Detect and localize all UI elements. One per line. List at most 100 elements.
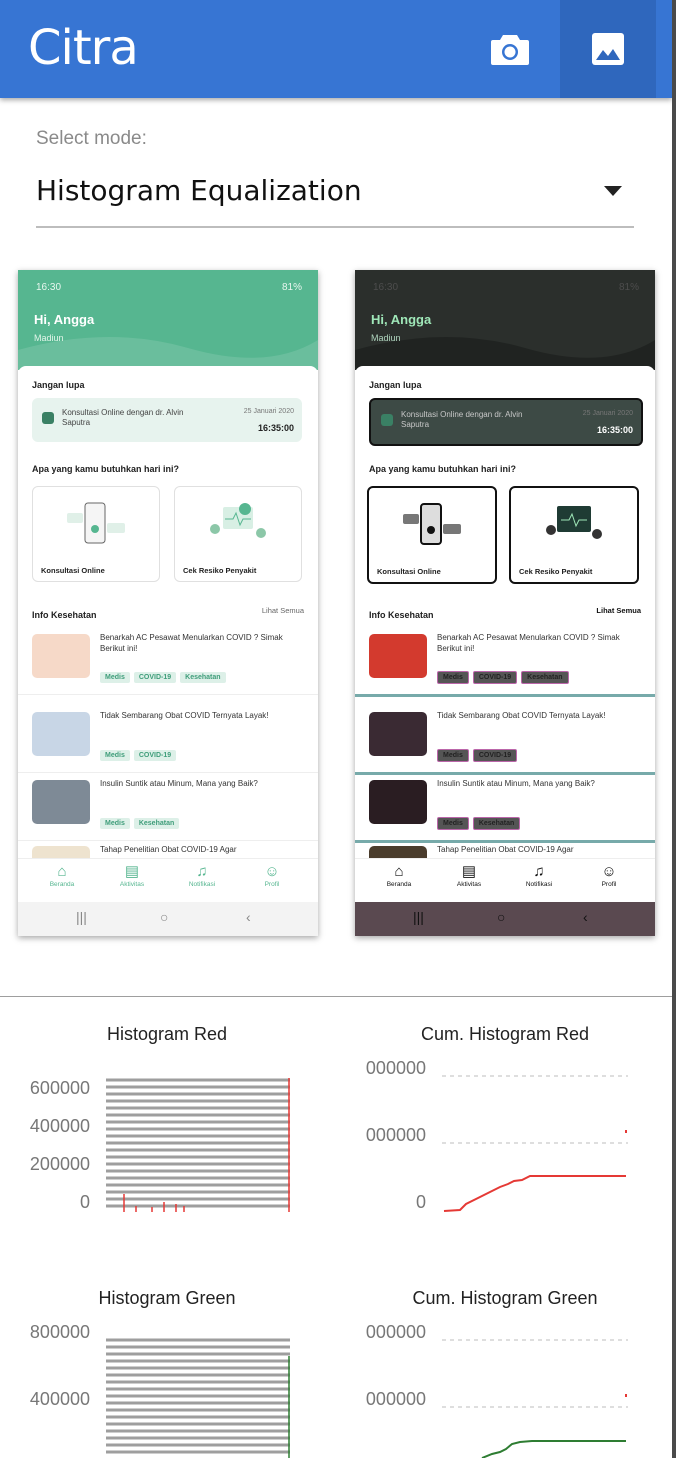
- news-thumbnail: [32, 780, 90, 824]
- news-tag: Kesehatan: [521, 671, 569, 684]
- chevron-down-icon: [604, 186, 622, 196]
- equalized-image: 16:30 81% Hi, Angga Madiun Jangan lupa K…: [355, 270, 655, 936]
- phone-battery: 81%: [281, 282, 302, 293]
- service-tile: Cek Resiko Penyakit: [174, 486, 302, 582]
- phone-battery: 81%: [618, 282, 639, 293]
- chart-title: Histogram Green: [98, 1288, 236, 1308]
- back-icon: ‹: [583, 909, 588, 925]
- y-tick: 000000: [365, 1322, 426, 1342]
- nav-item: ♫ Notifikasi: [509, 863, 569, 888]
- profile-icon: ☺: [601, 863, 617, 880]
- reminder-time: 16:35:00: [257, 423, 294, 433]
- nav-label: Beranda: [49, 881, 75, 888]
- news-item: Insulin Suntik atau Minum, Mana yang Bai…: [18, 774, 318, 841]
- news-tag: COVID-19: [133, 672, 177, 683]
- original-image: 16:30 81% Hi, Angga Madiun Jangan lupa K…: [18, 270, 318, 936]
- section-divider: [0, 996, 672, 997]
- news-tag: Kesehatan: [133, 818, 180, 829]
- mode-label: Select mode:: [36, 128, 147, 149]
- nav-item: ⌂ Beranda: [369, 863, 429, 888]
- chart-title: Histogram Red: [106, 1024, 228, 1044]
- nav-label: Notifikasi: [525, 881, 553, 888]
- histogram-green-plot: [106, 1338, 290, 1458]
- nav-item: ⌂ Beranda: [32, 863, 92, 888]
- phone-body: Jangan lupa Konsultasi Online dengan dr.…: [355, 366, 655, 902]
- phone-header: 16:30 81% Hi, Angga Madiun: [18, 270, 318, 370]
- news-thumbnail: [32, 634, 90, 678]
- y-tick: 800000: [29, 1322, 90, 1342]
- reminder-date: 25 Januari 2020: [243, 408, 294, 415]
- news-tag: COVID-19: [472, 671, 518, 684]
- news-title: Benarkah AC Pesawat Menularkan COVID ? S…: [100, 633, 283, 653]
- service-label: Cek Resiko Penyakit: [519, 567, 593, 576]
- reminder-text: Konsultasi Online dengan dr. Alvin Saput…: [401, 410, 523, 429]
- phone-greeting: Hi, Angga: [34, 312, 95, 327]
- home-circle-icon: ○: [497, 909, 506, 925]
- gridlines: [442, 1339, 628, 1408]
- cumulative-line: [443, 1175, 626, 1212]
- y-tick: 000000: [365, 1058, 426, 1078]
- checkup-illustration: [546, 506, 602, 539]
- cum-histogram-red-chart: Cum. Histogram Red 000000 000000 0: [338, 1024, 672, 1224]
- histogram-red-chart: Histogram Red 600000 400000 200000 0: [0, 1024, 334, 1224]
- profile-icon: ☺: [264, 863, 280, 880]
- news-tag: Kesehatan: [180, 672, 226, 683]
- service-label: Konsultasi Online: [377, 567, 441, 576]
- cum-red-plot: [442, 1075, 628, 1212]
- news-item: Insulin Suntik atau Minum, Mana yang Bai…: [355, 774, 655, 843]
- histogram-bars: [106, 1338, 290, 1454]
- news-tag: Medis: [100, 672, 130, 683]
- nav-item: ▤ Aktivitas: [439, 863, 499, 888]
- reminder-date: 25 Januari 2020: [582, 410, 633, 417]
- news-tag: Kesehatan: [472, 817, 521, 830]
- reminder-time: 16:35:00: [596, 425, 633, 435]
- mode-dropdown[interactable]: Histogram Equalization: [36, 168, 634, 228]
- histogram-bars: [106, 1078, 290, 1208]
- nav-label: Beranda: [386, 881, 412, 888]
- recents-icon: |||: [413, 909, 424, 925]
- reminder-card: Konsultasi Online dengan dr. Alvin Saput…: [32, 398, 302, 442]
- phone-system-bar: ||| ○ ‹: [355, 902, 655, 936]
- gallery-button[interactable]: [560, 0, 656, 98]
- news-item: Tidak Sembarang Obat COVID Ternyata Laya…: [18, 706, 318, 773]
- news-title: Tahap Penelitian Obat COVID-19 Agar: [100, 845, 237, 854]
- camera-button[interactable]: [462, 0, 558, 98]
- news-thumbnail: [369, 780, 427, 824]
- phone-body: Jangan lupa Konsultasi Online dengan dr.…: [18, 366, 318, 902]
- nav-label: Profil: [601, 881, 617, 888]
- bell-icon: ♫: [196, 863, 208, 880]
- alarm-icon: [381, 414, 393, 426]
- consultation-illustration: [403, 503, 461, 545]
- service-tile: Cek Resiko Penyakit: [509, 486, 639, 584]
- news-tag: Medis: [100, 818, 130, 829]
- nav-label: Notifikasi: [188, 881, 216, 888]
- info-heading: Info Kesehatan: [369, 610, 434, 620]
- phone-header: 16:30 81% Hi, Angga Madiun: [355, 270, 655, 370]
- app-title: Citra: [28, 20, 139, 76]
- service-label: Cek Resiko Penyakit: [183, 566, 257, 575]
- phone-time: 16:30: [373, 282, 399, 293]
- alarm-icon: [42, 412, 54, 424]
- needs-heading: Apa yang kamu butuhkan hari ini?: [369, 464, 517, 474]
- chart-title: Cum. Histogram Green: [412, 1288, 598, 1308]
- reminder-text: Konsultasi Online dengan dr. Alvin Saput…: [62, 408, 184, 427]
- y-tick: 000000: [365, 1125, 426, 1145]
- recents-icon: |||: [76, 909, 87, 925]
- news-tag: Medis: [437, 817, 469, 830]
- cumulative-line: [481, 1440, 626, 1458]
- news-title: Tidak Sembarang Obat COVID Ternyata Laya…: [437, 711, 606, 720]
- service-tile: Konsultasi Online: [367, 486, 497, 584]
- back-icon: ‹: [246, 909, 251, 925]
- histogram-green-chart: Histogram Green 800000 400000: [0, 1288, 334, 1458]
- needs-heading: Apa yang kamu butuhkan hari ini?: [32, 464, 180, 474]
- news-tag: Medis: [100, 750, 130, 761]
- service-label: Konsultasi Online: [41, 566, 105, 575]
- app-bar: Citra: [0, 0, 672, 98]
- reminder-heading: Jangan lupa: [369, 380, 422, 390]
- y-tick: 000000: [365, 1389, 426, 1409]
- news-title: Insulin Suntik atau Minum, Mana yang Bai…: [437, 779, 595, 788]
- news-title: Insulin Suntik atau Minum, Mana yang Bai…: [100, 779, 258, 788]
- phone-time: 16:30: [36, 282, 62, 293]
- nav-label: Aktivitas: [456, 881, 482, 888]
- nav-item: ▤ Aktivitas: [102, 863, 162, 888]
